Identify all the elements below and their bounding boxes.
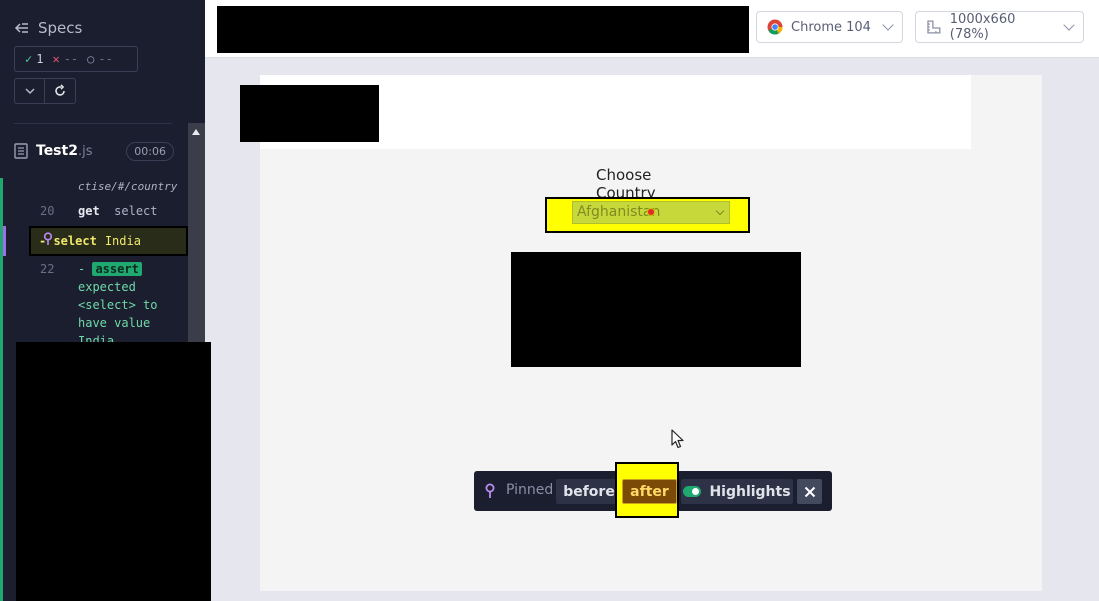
- specs-label: Specs: [38, 19, 83, 37]
- chevron-down-icon: [882, 19, 894, 31]
- check-icon: ✓: [25, 52, 33, 66]
- redacted-region: [16, 342, 211, 601]
- document-icon: [14, 143, 28, 159]
- highlights-toggle[interactable]: Highlights: [681, 479, 793, 504]
- click-point-marker: [647, 208, 655, 216]
- assert-line: expected: [78, 280, 136, 294]
- pinned-marker: [3, 226, 6, 256]
- chrome-icon: [767, 19, 783, 35]
- close-snapshot-button[interactable]: [797, 479, 822, 504]
- passed-count: 1: [36, 52, 44, 66]
- snapshot-after-button[interactable]: after: [622, 479, 677, 504]
- command-number: 22: [40, 262, 55, 276]
- assert-line: have value: [78, 316, 151, 330]
- snapshot-before-button[interactable]: before: [556, 479, 622, 504]
- spec-file-ext: .js: [77, 143, 93, 159]
- pinned-label: Pinned: [506, 482, 554, 498]
- toggle-switch-icon: [683, 486, 702, 497]
- browser-label: Chrome 104: [791, 19, 871, 35]
- assert-message: - assert expected <select> to have value…: [78, 262, 158, 348]
- pending-count: --: [98, 52, 113, 66]
- command-name: get: [78, 204, 100, 218]
- command-number: 20: [40, 204, 55, 218]
- passed-stat: ✓ 1: [25, 52, 43, 66]
- command-arg: select: [114, 204, 158, 218]
- expand-button[interactable]: [15, 79, 46, 103]
- failed-count: --: [63, 52, 79, 66]
- chevron-down-icon: [715, 206, 725, 216]
- chevron-down-icon: [1063, 19, 1075, 31]
- assert-badge: assert: [92, 262, 142, 276]
- spec-file-header[interactable]: Test2 .js 00:06: [14, 140, 174, 162]
- visit-url-fragment: ctise/#/country: [78, 180, 178, 193]
- pending-stat: ○ --: [87, 52, 113, 66]
- collapse-arrow-icon: [14, 23, 28, 33]
- rerun-button[interactable]: [45, 79, 75, 103]
- chevron-down-icon: [24, 88, 35, 95]
- close-icon: [804, 486, 815, 497]
- redacted-content: [511, 252, 801, 367]
- scroll-up-icon[interactable]: [192, 129, 200, 135]
- reporter-controls: [14, 78, 76, 104]
- pin-icon: [43, 232, 53, 245]
- redacted-logo: [240, 85, 379, 142]
- pin-icon: [485, 483, 495, 498]
- highlights-label: Highlights: [709, 483, 791, 500]
- runner-toolbar: Chrome 104 1000x660 (78%): [205, 0, 1099, 58]
- failed-stat: ✕ --: [52, 52, 78, 66]
- spec-file-name: Test2: [36, 143, 78, 159]
- viewport-selector[interactable]: 1000x660 (78%): [915, 11, 1084, 43]
- command-body: get select: [78, 204, 158, 218]
- redacted-url-bar: [217, 6, 749, 53]
- stats-bar: ✓ 1 ✕ -- ○ --: [14, 46, 138, 72]
- browser-selector[interactable]: Chrome 104: [756, 11, 903, 43]
- mouse-cursor-icon: [671, 429, 684, 449]
- refresh-icon: [55, 84, 65, 96]
- ruler-icon: [927, 20, 941, 34]
- viewport-label: 1000x660 (78%): [949, 12, 1016, 42]
- specs-toggle[interactable]: Specs: [14, 19, 82, 37]
- assert-line: <select> to: [78, 298, 158, 312]
- divider: [14, 123, 172, 124]
- command-arg: India: [104, 234, 141, 248]
- spec-duration: 00:06: [126, 141, 174, 161]
- cross-icon: ✕: [52, 52, 60, 66]
- spinner-icon: ○: [87, 52, 95, 66]
